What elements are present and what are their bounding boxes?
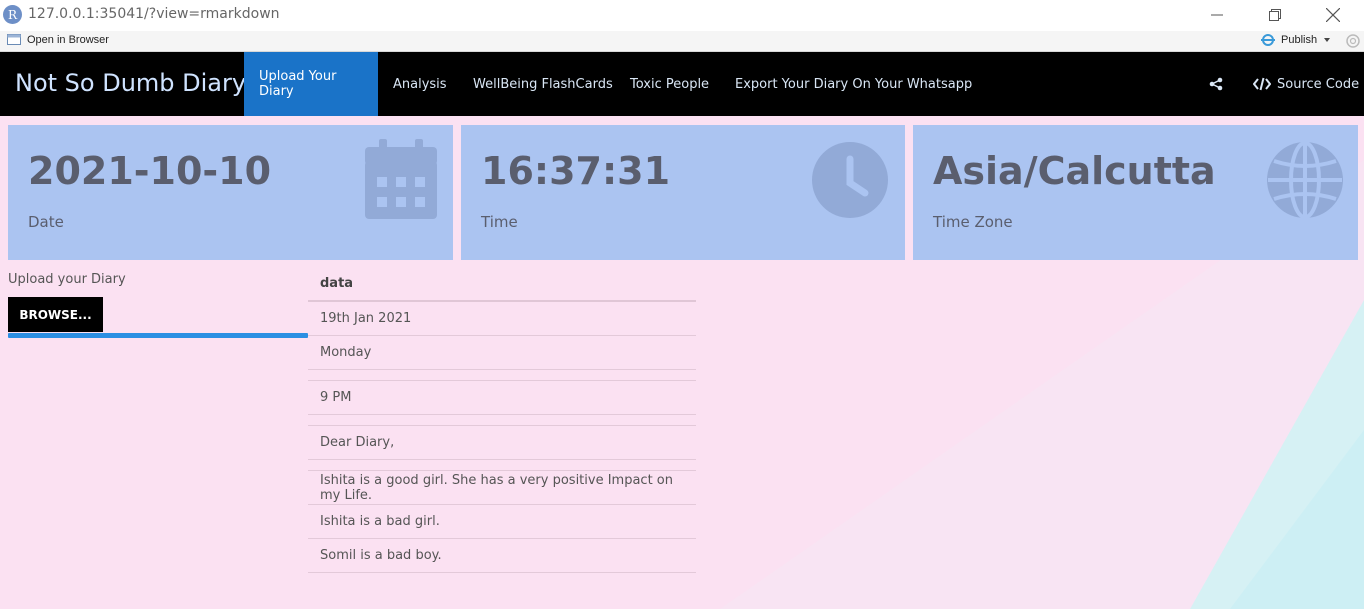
table-row	[308, 370, 696, 381]
share-icon	[1209, 77, 1223, 91]
viewer-toolbar: Open in Browser Publish	[0, 31, 1364, 52]
refresh-icon	[1346, 34, 1360, 48]
table-header: data	[308, 267, 696, 302]
time-value: 16:37:31	[481, 149, 671, 193]
close-icon	[1326, 8, 1340, 22]
table-row: Dear Diary,	[308, 426, 696, 460]
tab-export-whatsapp[interactable]: Export Your Diary On Your Whatsapp	[720, 52, 987, 116]
window-title-bar: R 127.0.0.1:35041/?view=rmarkdown	[0, 0, 1364, 31]
date-value-box: 2021-10-10 Date	[8, 125, 453, 260]
refresh-button[interactable]	[1345, 33, 1361, 54]
publish-label: Publish	[1281, 34, 1318, 46]
tab-wellbeing-flashcards[interactable]: WellBeing FlashCards	[458, 52, 628, 116]
browse-button[interactable]: BROWSE...	[8, 297, 103, 332]
diary-data-table: data 19th Jan 2021 Monday 9 PM Dear Diar…	[308, 267, 696, 573]
table-row: Ishita is a good girl. She has a very po…	[308, 471, 696, 505]
table-row: Monday	[308, 336, 696, 370]
open-in-browser-label: Open in Browser	[27, 34, 109, 46]
window-url: 127.0.0.1:35041/?view=rmarkdown	[28, 6, 280, 22]
source-code-label: Source Code	[1277, 76, 1360, 92]
timezone-value: Asia/Calcutta	[933, 149, 1216, 193]
r-app-icon: R	[3, 5, 22, 24]
code-icon	[1253, 77, 1271, 91]
table-row: 19th Jan 2021	[308, 302, 696, 336]
publish-button[interactable]: Publish	[1260, 34, 1332, 46]
clock-icon	[812, 142, 888, 218]
upload-label: Upload your Diary	[8, 272, 126, 287]
minimize-icon	[1211, 14, 1223, 16]
table-row: Somil is a bad boy.	[308, 539, 696, 573]
minimize-button[interactable]	[1188, 0, 1246, 30]
restore-icon	[1269, 9, 1281, 21]
table-row	[308, 415, 696, 426]
table-row	[308, 460, 696, 471]
table-row: 9 PM	[308, 381, 696, 415]
timezone-label: Time Zone	[933, 213, 1013, 231]
upload-progress-bar	[8, 333, 308, 338]
calendar-icon	[365, 139, 437, 219]
open-in-browser-button[interactable]: Open in Browser	[7, 34, 109, 46]
tab-upload-your-diary[interactable]: Upload Your Diary	[244, 52, 378, 116]
table-row: Ishita is a bad girl.	[308, 505, 696, 539]
date-label: Date	[28, 213, 64, 231]
app-brand: Not So Dumb Diary	[15, 69, 247, 97]
publish-icon	[1261, 34, 1275, 46]
tab-toxic-people[interactable]: Toxic People	[615, 52, 724, 116]
dropdown-arrow-icon	[1324, 38, 1331, 42]
globe-icon	[1267, 141, 1343, 219]
date-value: 2021-10-10	[28, 149, 272, 193]
close-button[interactable]	[1304, 0, 1362, 30]
timezone-value-box: Asia/Calcutta Time Zone	[913, 125, 1358, 260]
browser-icon	[7, 34, 21, 45]
time-label: Time	[481, 213, 518, 231]
restore-button[interactable]	[1246, 0, 1304, 30]
share-button[interactable]	[1209, 52, 1223, 116]
tab-analysis[interactable]: Analysis	[378, 52, 462, 116]
source-code-button[interactable]: Source Code	[1253, 52, 1359, 116]
main-navbar: Not So Dumb Diary Upload Your Diary Anal…	[0, 52, 1364, 116]
time-value-box: 16:37:31 Time	[461, 125, 905, 260]
